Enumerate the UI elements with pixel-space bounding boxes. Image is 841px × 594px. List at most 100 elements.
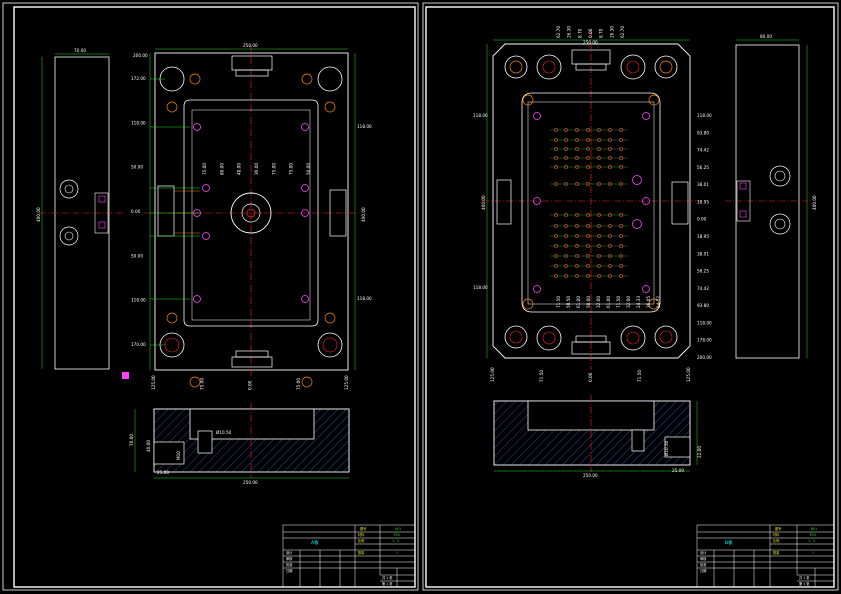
left-top-bottom-dim-4: 125.00 <box>344 375 349 390</box>
right-top-top-dimensions: 62.70 26.30 8.70 0.00 8.70 26.30 62.70 <box>556 26 625 38</box>
right-top-bottom-dim-1: 71.50 <box>539 370 544 382</box>
right-top-width-label: 250.00 <box>583 40 598 45</box>
left-qty-value: 1 <box>396 551 398 555</box>
left-top-bottom-dim-3: 75.00 <box>296 378 301 390</box>
left-top-right-dim-0: 118.00 <box>357 124 372 129</box>
right-hole-grid <box>550 128 628 278</box>
left-sheet-outer-border <box>2 2 419 591</box>
right-top-top-dim-2: 8.70 <box>577 28 582 38</box>
left-material-label: 材料 <box>358 532 365 537</box>
left-section-depth-label: 40.00 <box>146 440 151 452</box>
right-side-view: 80.00 400.00 <box>725 34 817 359</box>
right-scale-label: 比例 <box>773 538 779 543</box>
right-top-inner-dim-2: 61.00 <box>576 296 581 308</box>
left-top-inner-dim-1: 80.00 <box>219 163 224 175</box>
right-top-right-dim-0: 118.00 <box>697 113 712 118</box>
left-material-value: P20 <box>394 533 400 537</box>
left-top-left-dim-5: 118.00 <box>131 298 146 303</box>
right-top-right-dim-8: 38.01 <box>697 251 709 256</box>
left-top-left-dim-6: 170.00 <box>131 342 146 347</box>
right-top-inner-dim-10: 14.72 <box>656 296 661 308</box>
right-section-depth-label: 22.00 <box>697 446 702 458</box>
right-material-label: 材料 <box>773 532 780 537</box>
right-top-top-dim-1: 26.30 <box>567 26 572 38</box>
right-section-view: 250.00 25.00 22.00 Ø10.50 <box>493 395 702 478</box>
left-top-width-label: 250.00 <box>243 43 258 48</box>
left-top-inner-dim-6: 50.00 <box>306 163 311 175</box>
right-sheet-total: 共 1 张 <box>799 575 810 580</box>
right-top-left-dim-0: 118.00 <box>473 113 488 118</box>
right-top-right-dim-3: 56.25 <box>697 165 709 170</box>
right-top-top-dim-6: 62.70 <box>620 26 625 38</box>
right-code-value: B01 <box>811 527 817 531</box>
left-code-label: 图号 <box>360 526 366 531</box>
left-top-bottom-dim-0: 125.00 <box>151 375 156 390</box>
left-top-inner-dim-0: 75.00 <box>202 163 207 175</box>
right-top-right-dim-13: 178.00 <box>697 338 712 343</box>
right-top-bottom-dimensions: 125.00 71.50 0.00 71.50 125.00 <box>490 367 691 382</box>
left-top-view: 250.00 200.00 400.00 172.00 118.00 50.00 0.… <box>131 43 372 390</box>
left-top-bottom-dimensions: 125.00 75.00 0.00 75.00 125.00 <box>151 375 349 390</box>
left-top-inner-dimensions: 75.00 80.00 48.00 36.00 75.00 75.00 50.00 <box>202 163 311 175</box>
right-top-inner-dim-6: 71.50 <box>616 296 621 308</box>
right-top-right-dim-5: 18.95 <box>697 199 709 204</box>
right-top-left-dim-1: 118.00 <box>473 285 488 290</box>
right-qty-label: 数量 <box>773 550 780 555</box>
right-top-inner-dimensions: 71.50 50.50 61.00 50.00 32.00 61.00 71.50 32.00… <box>556 296 661 308</box>
right-side-height-label: 400.00 <box>812 195 817 210</box>
left-top-left-dim-0: 172.00 <box>131 76 146 81</box>
right-top-right-dim-10: 74.42 <box>697 286 709 291</box>
left-top-inner-dim-2: 48.00 <box>237 163 242 175</box>
left-top-left-dim-4: 50.00 <box>131 253 143 258</box>
right-side-width-label: 80.00 <box>760 34 772 39</box>
left-side-width-label: 70.00 <box>74 48 86 53</box>
left-drawing-name: A板 <box>311 539 319 546</box>
left-section-thread-label: M10 <box>176 451 181 460</box>
right-row-review: 审核 <box>700 556 707 561</box>
left-top-inner-dim-4: 75.00 <box>271 163 276 175</box>
right-row-design: 设计 <box>700 550 707 555</box>
left-side-view: 70.00 400.00 <box>36 48 129 379</box>
left-section-hole-label: Ø10.50 <box>216 430 232 435</box>
sheet-borders <box>2 2 839 591</box>
right-top-top-dim-0: 62.70 <box>556 26 561 38</box>
right-top-right-dim-11: 93.80 <box>697 303 709 308</box>
right-scale-value: 1：2 <box>808 539 815 543</box>
left-top-height-label: 400.00 <box>361 207 366 222</box>
left-top-left-dim-3: 0.00 <box>131 209 141 214</box>
left-top-inner-dim-5: 75.00 <box>289 163 294 175</box>
left-qty-label: 数量 <box>358 550 365 555</box>
right-top-right-dim-7: 18.95 <box>697 234 709 239</box>
left-section-pocket-label: 25.00 <box>157 470 169 475</box>
right-top-inner-dim-7: 32.00 <box>626 296 631 308</box>
left-top-left-dimensions: 172.00 118.00 50.00 0.00 50.00 118.00 170.00 <box>131 76 146 347</box>
right-top-inner-dim-1: 50.50 <box>566 296 571 308</box>
right-top-right-dim-2: 74.42 <box>697 148 709 153</box>
left-top-left-dim-2: 50.00 <box>131 165 143 170</box>
right-row-date: 日期 <box>700 568 706 573</box>
left-sheet-no: 第 1 张 <box>382 581 393 586</box>
left-section-view: 250.00 70.00 40.00 25.00 Ø10.50 M10 <box>129 403 350 485</box>
left-top-corner-dim: 200.00 <box>133 53 148 58</box>
left-scale-value: 1：2 <box>392 539 399 543</box>
right-top-right-dim-4: 38.01 <box>697 182 709 187</box>
left-row-review: 审核 <box>286 556 293 561</box>
right-top-inner-dim-4: 32.00 <box>596 296 601 308</box>
right-top-inner-dim-8: 24.33 <box>636 296 641 308</box>
right-top-top-dim-3: 0.00 <box>588 28 593 38</box>
left-top-inner-dim-3: 36.00 <box>254 163 259 175</box>
right-qty-value: 1 <box>812 551 814 555</box>
left-code-value: A01 <box>395 527 401 531</box>
right-material-value: P20 <box>810 533 816 537</box>
right-sheet-no: 第 1 张 <box>799 581 810 586</box>
right-top-inner-dim-0: 71.50 <box>556 296 561 308</box>
right-top-bottom-dim-4: 125.00 <box>686 367 691 382</box>
left-sheet-total: 共 1 张 <box>382 575 393 580</box>
right-top-right-dim-12: 118.00 <box>697 320 712 325</box>
left-top-bottom-dim-2: 0.00 <box>248 380 253 390</box>
left-side-height-label: 400.00 <box>36 207 41 222</box>
right-top-bottom-dim-2: 0.00 <box>588 372 593 382</box>
right-top-height-label: 400.00 <box>481 195 486 210</box>
right-top-right-dim-14: 200.00 <box>697 355 712 360</box>
right-section-width-label: 250.00 <box>583 473 598 478</box>
